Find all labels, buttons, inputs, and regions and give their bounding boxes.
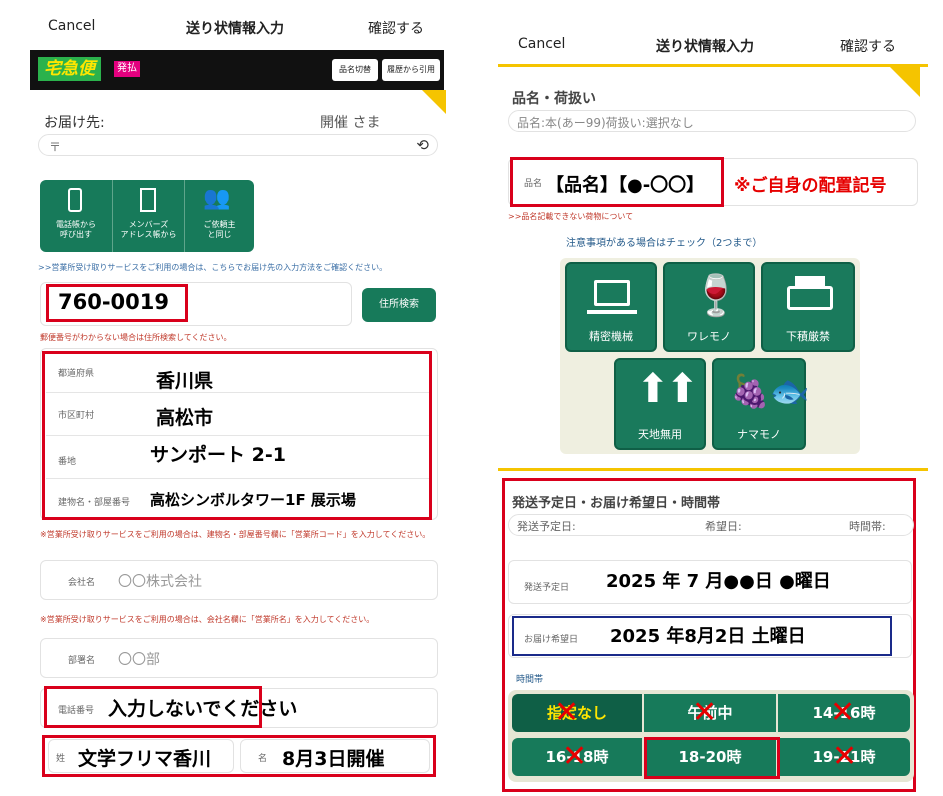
unavailable-mark-icon: ✕ (554, 695, 580, 730)
last-name-label: 姓 (56, 754, 66, 764)
people-icon: 👥 (203, 186, 231, 211)
department-value: 〇〇部 (118, 652, 160, 668)
handling-this-side-up-label: 天地無用 (638, 428, 682, 441)
cancel-button[interactable]: Cancel (518, 36, 565, 52)
right-panel: Cancel 送り状情報入力 確認する 品名・荷扱い 品名:本(あー99)荷扱い… (494, 0, 943, 796)
member-book-label: メンバーズ アドレス帳から (120, 220, 177, 239)
company-field[interactable] (40, 560, 438, 600)
brand-logo: 宅急便 (38, 57, 101, 81)
product-name-value: 【品名】【●-〇〇】 (546, 175, 705, 196)
department-label: 部署名 (68, 656, 96, 666)
page-title: 送り状情報入力 (186, 21, 284, 37)
handling-fragile-label: ワレモノ (687, 330, 731, 343)
company-name-note: ※営業所受け取りサービスをご利用の場合は、会社名欄に「営業所名」を入力してくださ… (40, 615, 375, 624)
unknown-postal-note: 郵便番号がわからない場合は住所検索してください。 (40, 333, 232, 342)
street-label: 番地 (58, 457, 77, 467)
summary-desired-date: 希望日: (705, 520, 742, 533)
phone-label: 電話番号 (58, 706, 95, 716)
laptop-icon (594, 280, 630, 306)
building-label: 建物名・部屋番号 (58, 498, 131, 508)
address-source-buttons: 電話帳から 呼び出す メンバーズ アドレス帳から 👥 ご依頼主 と同じ (40, 180, 254, 252)
unavailable-mark-icon: ✕ (830, 695, 856, 730)
refresh-icon[interactable]: ⟲ (416, 136, 429, 154)
unavailable-mark-icon: ✕ (562, 739, 588, 774)
company-value: 〇〇株式会社 (118, 574, 202, 590)
printer-top (795, 276, 825, 288)
cancel-button[interactable]: Cancel (48, 18, 95, 34)
phone-icon (68, 188, 82, 212)
prefecture-value[interactable]: 香川県 (156, 366, 213, 393)
delivery-date-label: お届け希望日 (524, 635, 579, 645)
product-summary: 品名:本(あー99)荷扱い:選択なし (517, 116, 694, 130)
collapse-corner[interactable] (890, 67, 920, 97)
address-book-icon (140, 188, 156, 212)
handling-precision-tile[interactable]: 精密機械 (565, 262, 657, 352)
page-title: 送り状情報入力 (656, 39, 754, 55)
address-search-button[interactable]: 住所検索 (362, 288, 436, 322)
product-name-note[interactable]: >>品名記載できない荷物について (508, 211, 633, 222)
phone-value: 入力しないでください (108, 698, 298, 720)
ship-date-label: 発送予定日 (524, 583, 570, 593)
fresh-food-icon: 🍇🐟 (730, 372, 810, 410)
department-field[interactable] (40, 638, 438, 678)
product-summary-field[interactable]: 品名:本(あー99)荷扱い:選択なし (508, 110, 916, 132)
unavailable-mark-icon: ✕ (832, 739, 858, 774)
phone-book-label: 電話帳から 呼び出す (56, 220, 96, 239)
last-name-value: 文学フリマ香川 (78, 748, 212, 770)
handling-fragile-tile[interactable]: 🍷 ワレモノ (663, 262, 755, 352)
handling-no-stack-label: 下積厳禁 (786, 330, 830, 343)
prefecture-label: 都道府県 (58, 369, 95, 379)
history-button[interactable]: 履歴から引用 (382, 59, 440, 81)
brand-bar: 宅急便 発払 品名切替 履歴から引用 (30, 50, 444, 90)
summary-ship-date: 発送予定日: (517, 520, 576, 533)
recipient-name: 開催 さま (320, 115, 381, 131)
schedule-section-title: 発送予定日・お届け希望日・時間帯 (512, 496, 721, 511)
caution-title: 注意事項がある場合はチェック（2つまで） (566, 238, 763, 249)
street-value[interactable]: サンポート 2-1 (150, 440, 286, 467)
receive-service-note[interactable]: >>営業所受け取りサービスをご利用の場合は、こちらでお届け先の入力方法をご確認く… (38, 262, 442, 273)
broken-glass-icon: 🍷 (691, 273, 741, 319)
placement-code-annotation: ※ご自身の配置記号 (734, 176, 887, 196)
collapse-corner[interactable] (422, 90, 446, 114)
ship-date-value: 2025 年 7 月●●日 ●曜日 (606, 571, 831, 592)
confirm-button[interactable]: 確認する (368, 18, 424, 38)
schedule-yellow-line (498, 468, 928, 471)
first-name-label: 名 (258, 754, 268, 764)
time-label: 時間帯 (516, 675, 544, 685)
summary-time: 時間帯: (849, 520, 886, 533)
recipient-label: お届け先: (44, 115, 105, 131)
header-yellow-line (498, 64, 928, 67)
postal-value: 760-0019 (58, 290, 169, 314)
postal-mark: 〒 (49, 140, 62, 154)
company-label: 会社名 (68, 578, 96, 588)
laptop-base (587, 310, 637, 314)
delivery-date-value: 2025 年8月2日 土曜日 (610, 626, 806, 647)
product-switch-button[interactable]: 品名切替 (332, 59, 378, 81)
member-book-button[interactable]: メンバーズ アドレス帳から (112, 180, 184, 252)
same-as-sender-button[interactable]: 👥 ご依頼主 と同じ (184, 180, 254, 252)
confirm-button[interactable]: 確認する (840, 36, 896, 56)
phone-book-button[interactable]: 電話帳から 呼び出す (40, 180, 112, 252)
time-slot-18-20-highlight (644, 737, 780, 779)
handling-perishable-label: ナマモノ (737, 428, 781, 441)
payment-badge: 発払 (114, 61, 140, 77)
handling-this-side-up-tile[interactable]: ⬆⬆ 天地無用 (614, 358, 706, 450)
handling-no-stack-tile[interactable]: 下積厳禁 (761, 262, 855, 352)
handling-perishable-tile[interactable]: 🍇🐟 ナマモノ (712, 358, 810, 450)
product-section-title: 品名・荷扱い (512, 91, 596, 107)
first-name-value: 8月3日開催 (282, 748, 385, 770)
left-panel: Cancel 送り状情報入力 確認する 宅急便 発払 品名切替 履歴から引用 お… (0, 0, 450, 796)
recipient-summary-field[interactable]: 〒 ⟲ (38, 134, 438, 156)
up-arrows-icon: ⬆⬆ (636, 366, 699, 412)
branch-code-note: ※営業所受け取りサービスをご利用の場合は、建物名・部屋番号欄に「営業所コード」を… (40, 530, 431, 539)
product-name-label: 品名 (524, 179, 543, 189)
city-label: 市区町村 (58, 411, 95, 421)
building-value[interactable]: 高松シンボルタワー1F 展示場 (150, 489, 356, 510)
city-value[interactable]: 高松市 (156, 403, 213, 430)
handling-precision-label: 精密機械 (589, 330, 633, 343)
unavailable-mark-icon: ✕ (692, 695, 718, 730)
schedule-summary-field[interactable]: 発送予定日: 希望日: 時間帯: (508, 514, 914, 536)
same-as-sender-label: ご依頼主 と同じ (203, 220, 236, 239)
printer-icon (787, 286, 833, 310)
